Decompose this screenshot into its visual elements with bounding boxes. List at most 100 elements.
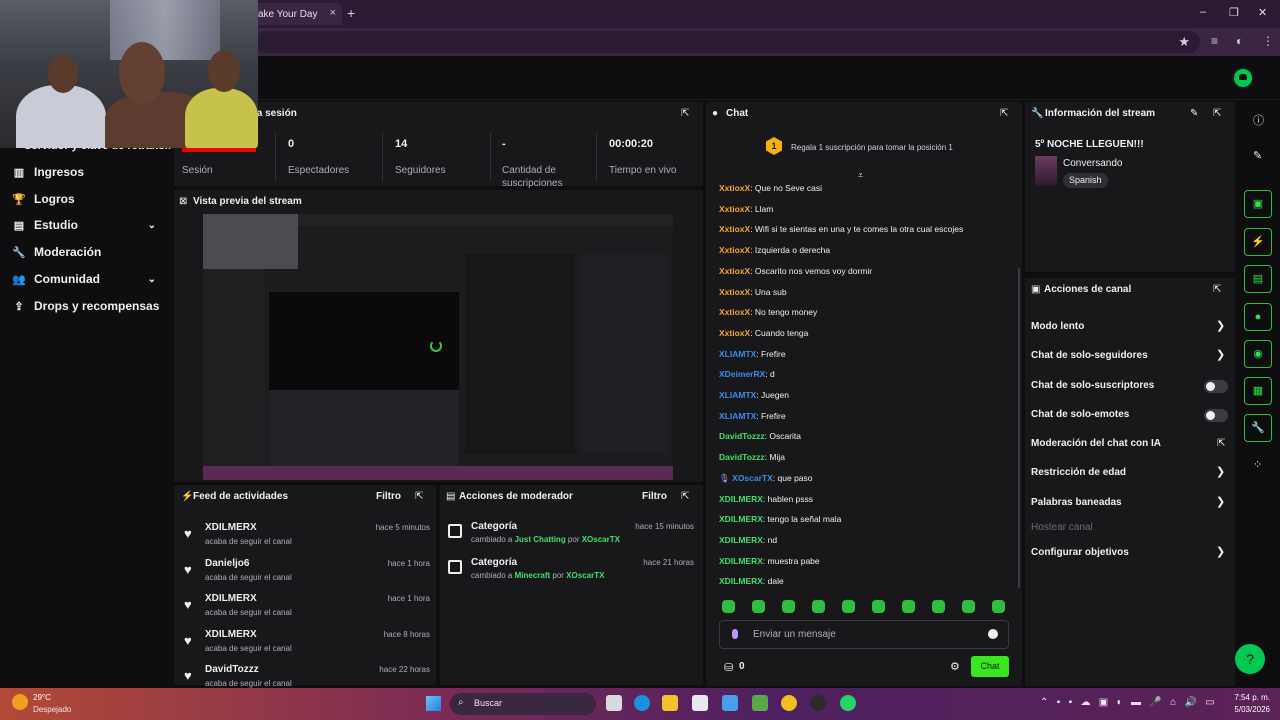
system-tray[interactable]: ⌃ ▪ ▪ ☁ ▣ ◐ ▬ 🎤 ⌂ 🔊 ▭ <box>1040 697 1215 708</box>
chat-send-button[interactable]: Chat <box>971 656 1009 677</box>
info-icon[interactable]: ⓘ <box>1253 112 1264 128</box>
popout-icon[interactable]: ⇱ <box>415 491 423 502</box>
menu-icon[interactable]: ⋮ <box>1262 34 1274 48</box>
minimize-icon[interactable]: – <box>1200 6 1206 18</box>
chat-username[interactable]: XDILMERX <box>719 556 763 566</box>
toggle-switch[interactable] <box>1204 380 1228 393</box>
chrome-icon[interactable] <box>781 695 797 711</box>
channel-action[interactable]: Chat de solo-seguidores <box>1031 350 1148 361</box>
edit-pencil-icon[interactable]: ✎ <box>1190 108 1198 119</box>
sidebar-item[interactable]: ▤ Estudio ⌄ <box>12 215 162 235</box>
emote-icon[interactable] <box>992 600 1005 613</box>
chevron-right-icon[interactable]: ❯ <box>1216 319 1225 332</box>
channel-action[interactable]: Palabras baneadas <box>1031 497 1122 508</box>
weather-sun-icon[interactable] <box>12 694 28 710</box>
chat-username[interactable]: XOscarTX <box>732 473 773 483</box>
chevron-right-icon[interactable]: ❯ <box>1216 495 1225 508</box>
file-explorer-icon[interactable] <box>662 695 678 711</box>
emote-icon[interactable] <box>872 600 885 613</box>
emote-icon[interactable] <box>902 600 915 613</box>
profile-icon[interactable]: ◐ <box>1236 34 1243 48</box>
chat-username[interactable]: XxtioxX <box>719 183 750 193</box>
channel-action[interactable]: Restricción de edad <box>1031 467 1126 478</box>
emote-icon[interactable] <box>842 600 855 613</box>
chat-username[interactable]: XDILMERX <box>719 535 763 545</box>
chevron-right-icon[interactable]: ❯ <box>1216 348 1225 361</box>
taskbar-search[interactable]: ⌕ Buscar <box>450 693 596 715</box>
feed-filter-button[interactable]: Filtro <box>376 491 401 502</box>
popout-icon[interactable]: ⇱ <box>1213 108 1221 119</box>
emote-icon[interactable] <box>962 600 975 613</box>
follower-name[interactable]: XDILMERX <box>205 629 257 640</box>
emote-icon[interactable] <box>752 600 765 613</box>
chevron-down-icon[interactable]: ⌄ <box>148 274 156 285</box>
follower-name[interactable]: DavidTozzz <box>205 664 259 675</box>
bits-icon[interactable] <box>732 629 738 639</box>
popout-icon[interactable]: ⇱ <box>681 108 689 119</box>
chat-username[interactable]: XDILMERX <box>719 514 763 524</box>
task-view-icon[interactable] <box>606 695 622 711</box>
edit-icon[interactable]: ✎ <box>1253 149 1262 162</box>
external-link-icon[interactable]: ⇱ <box>1217 438 1225 449</box>
channel-action[interactable]: Configurar objetivos <box>1031 547 1129 558</box>
chat-username[interactable]: XDILMERX <box>719 576 763 586</box>
list-item[interactable]: ♥ Danieljo6 acaba de seguir el canal hace 1… <box>184 556 430 588</box>
emote-icon[interactable] <box>812 600 825 613</box>
chat-username[interactable]: XxtioxX <box>719 204 750 214</box>
follower-name[interactable]: XDILMERX <box>205 522 257 533</box>
broadcast-icon[interactable]: ◉ <box>1244 340 1272 368</box>
toggle-switch[interactable] <box>1204 409 1228 422</box>
popout-icon[interactable]: ⇱ <box>681 491 689 502</box>
stream-tag[interactable]: Spanish <box>1063 173 1108 188</box>
new-tab-icon[interactable]: + <box>347 5 355 21</box>
stream-preview-video[interactable] <box>203 214 673 480</box>
avatar[interactable] <box>1232 67 1254 89</box>
extensions-icon[interactable]: ⁘ <box>1253 458 1262 471</box>
clip-icon[interactable]: ▣ <box>1244 190 1272 218</box>
chat-scrollbar[interactable] <box>1018 268 1020 588</box>
list-item[interactable]: ♥ XDILMERX acaba de seguir el canal hace 5 … <box>184 520 430 552</box>
sidebar-item[interactable]: ▥ Ingresos <box>12 162 162 182</box>
whatsapp-icon[interactable] <box>840 695 856 711</box>
list-item[interactable]: ♥ XDILMERX acaba de seguir el canal hace 1 … <box>184 591 430 623</box>
channel-action[interactable]: Chat de solo-suscriptores <box>1031 380 1154 391</box>
chat-username[interactable]: DavidTozzz <box>719 452 765 462</box>
sidebar-item[interactable]: 🔧 Moderación <box>12 242 162 262</box>
browser-tab[interactable]: ake Your Day × <box>250 3 342 25</box>
emoji-icon[interactable] <box>988 629 998 639</box>
chat-username[interactable]: XxtioxX <box>719 224 750 234</box>
chat-username[interactable]: DavidTozzz <box>719 431 765 441</box>
sidebar-item[interactable]: ⇪ Drops y recompensas <box>12 296 162 316</box>
maximize-icon[interactable]: ❐ <box>1229 6 1239 19</box>
category-link[interactable]: Minecraft <box>515 571 551 580</box>
collapse-icon[interactable]: ⩡ <box>858 170 863 181</box>
channel-action[interactable]: Chat de solo-emotes <box>1031 409 1129 420</box>
store-icon[interactable] <box>692 695 708 711</box>
chat-username[interactable]: XDILMERX <box>719 494 763 504</box>
sidebar-item[interactable]: 👥 Comunidad ⌄ <box>12 269 162 289</box>
gear-icon[interactable]: ⚙ <box>950 660 960 673</box>
follower-name[interactable]: XDILMERX <box>205 593 257 604</box>
channel-action[interactable]: Modo lento <box>1031 321 1084 332</box>
chat-username[interactable]: XxtioxX <box>719 245 750 255</box>
channel-points-icon[interactable]: ⛁ <box>724 661 733 674</box>
help-button[interactable]: ? <box>1235 644 1265 674</box>
chat-input[interactable]: Enviar un mensaje <box>719 620 1009 649</box>
chat-username[interactable]: XxtioxX <box>719 328 750 338</box>
bookmark-star-icon[interactable]: ★ <box>1178 34 1190 50</box>
follower-name[interactable]: Danieljo6 <box>205 558 249 569</box>
emote-icon[interactable] <box>782 600 795 613</box>
chevron-right-icon[interactable]: ❯ <box>1216 545 1225 558</box>
chat-username[interactable]: XxtioxX <box>719 307 750 317</box>
document-icon[interactable]: ▤ <box>1244 265 1272 293</box>
mod-filter-button[interactable]: Filtro <box>642 491 667 502</box>
category-link[interactable]: Just Chatting <box>515 535 566 544</box>
tab-close-icon[interactable]: × <box>330 7 336 19</box>
obs-icon[interactable] <box>810 695 826 711</box>
user-link[interactable]: XOscarTX <box>566 571 604 580</box>
list-item[interactable]: ♥ XDILMERX acaba de seguir el canal hace 8 … <box>184 627 430 659</box>
lightning-icon[interactable]: ⚡ <box>1244 228 1272 256</box>
edge-icon[interactable] <box>634 695 650 711</box>
windows-start-icon[interactable] <box>426 696 441 711</box>
url-field[interactable]: ★ <box>255 31 1200 53</box>
